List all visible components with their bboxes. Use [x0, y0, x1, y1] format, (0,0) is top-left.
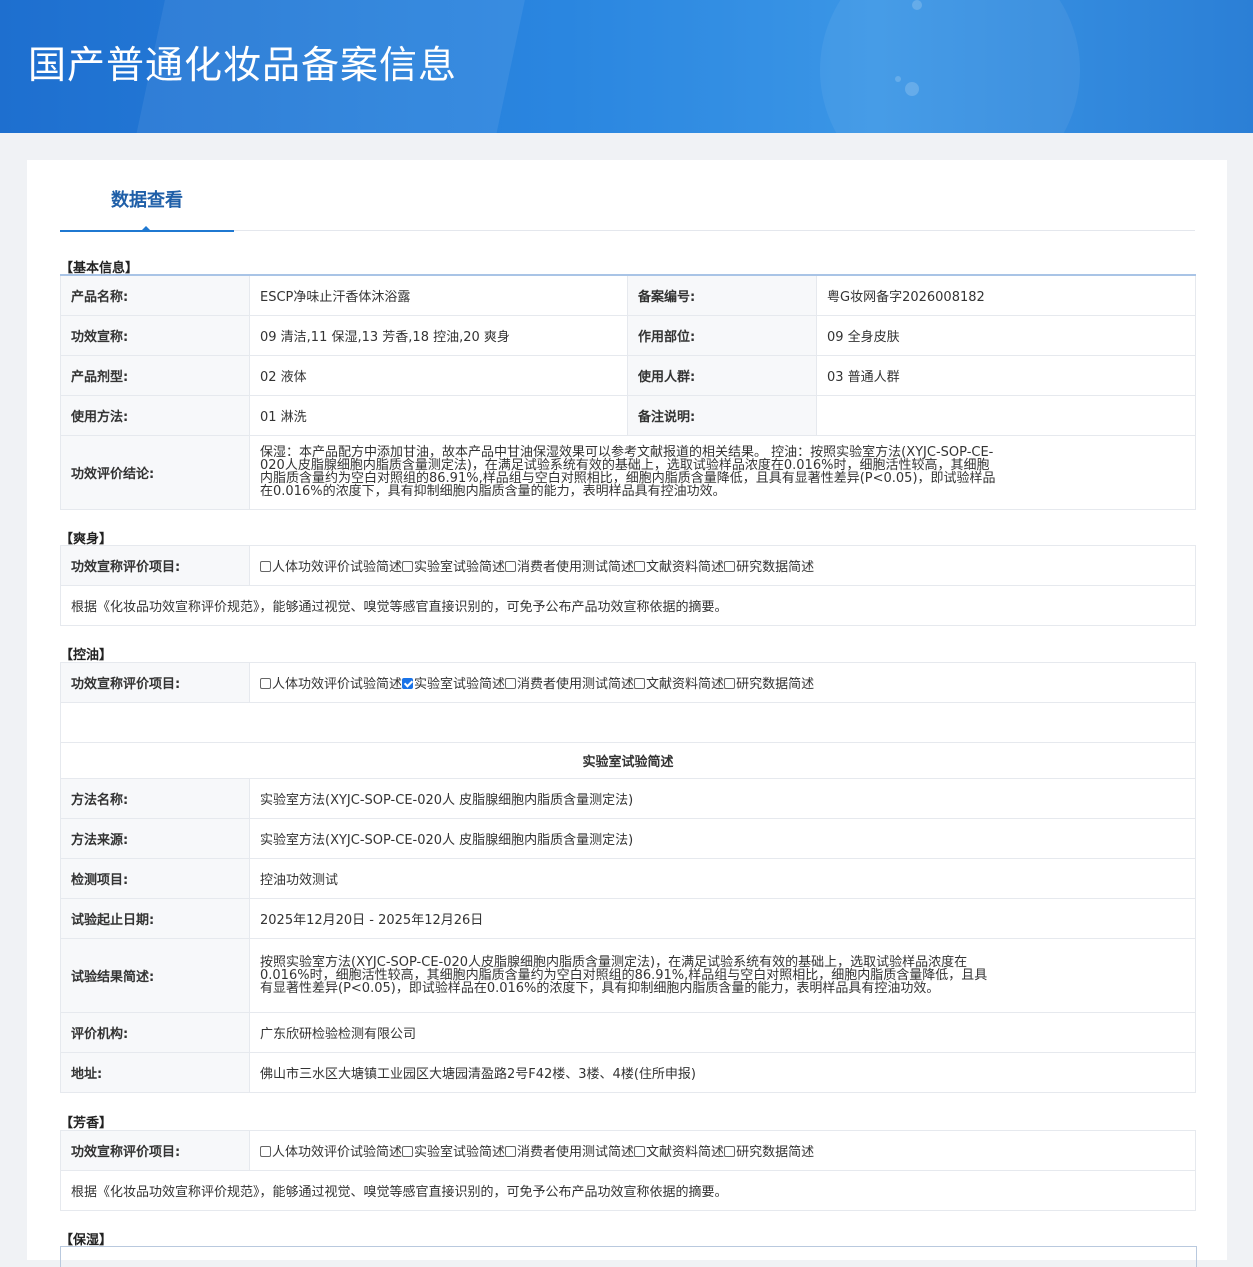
address-label: 地址:: [60, 1052, 250, 1093]
remark-label: 备注说明:: [627, 394, 817, 436]
checkbox-consumer-test[interactable]: [505, 561, 517, 572]
address-value: 佛山市三水区大塘镇工业园区大塘园清盈路2号F42楼、3楼、4楼(住所申报): [249, 1052, 1196, 1093]
basic-info-table: 产品名称: ESCP净味止汗香体沐浴露 备案编号: 粤G妆网备字20260081…: [60, 274, 1196, 510]
method-source-label: 方法来源:: [60, 818, 250, 859]
option-label: 研究数据简述: [736, 560, 815, 575]
tab-bar: 数据查看: [60, 160, 1195, 232]
form-label: 产品剂型:: [60, 354, 250, 396]
test-item-label: 检测项目:: [60, 858, 250, 899]
option-label: 实验室试验简述: [414, 1145, 506, 1160]
conclusion-label: 功效评价结论:: [60, 434, 250, 510]
page-title: 国产普通化妆品备案信息: [28, 43, 458, 87]
option-label: 文献资料简述: [646, 560, 725, 575]
product-name-value: ESCP净味止汗香体沐浴露: [249, 274, 628, 316]
test-date-label: 试验起止日期:: [60, 898, 250, 939]
option-label: 人体功效评价试验简述: [272, 1145, 403, 1160]
checkbox-research-data[interactable]: [724, 561, 736, 572]
eval-items-label: 功效宣称评价项目:: [60, 662, 250, 703]
checkbox-human-test[interactable]: [260, 1146, 271, 1157]
content-card: 数据查看 【基本信息】 产品名称: ESCP净味止汗香体沐浴露 备案编号: 粤G…: [27, 160, 1227, 1267]
option-label: 文献资料简述: [646, 677, 725, 692]
claims-label: 功效宣称:: [60, 314, 250, 356]
option-label: 消费者使用测试简述: [517, 677, 635, 692]
checkbox-lab-test-checked[interactable]: [402, 678, 414, 689]
eval-items-options: 人体功效评价试验简述 实验室试验简述 消费者使用测试简述 文献资料简述 研究数据简述: [249, 545, 1196, 586]
checkbox-research-data[interactable]: [724, 678, 736, 689]
test-item-value: 控油功效测试: [249, 858, 1196, 899]
option-label: 研究数据简述: [736, 677, 815, 692]
claims-value: 09 清洁,11 保湿,13 芳香,18 控油,20 爽身: [249, 314, 628, 356]
fangxiang-table: 功效宣称评价项目: 人体功效评价试验简述 实验室试验简述 消费者使用测试简述 文献资料…: [60, 1130, 1196, 1211]
option-label: 研究数据简述: [736, 1145, 815, 1160]
result-value: 按照实验室方法(XYJC-SOP-CE-020人皮脂腺细胞内脂质含量测定法)，在…: [249, 938, 1196, 1013]
checkbox-literature[interactable]: [634, 561, 646, 572]
remark-value: [816, 394, 1196, 436]
part-label: 作用部位:: [627, 314, 817, 356]
usage-value: 01 淋洗: [249, 394, 628, 436]
kongyou-table: 功效宣称评价项目: 人体功效评价试验简述 实验室试验简述 消费者使用测试简述 文献资料…: [60, 662, 1196, 1093]
eval-items-label: 功效宣称评价项目:: [60, 1130, 250, 1171]
record-no-label: 备案编号:: [627, 274, 817, 316]
form-value: 02 液体: [249, 354, 628, 396]
checkbox-human-test[interactable]: [260, 561, 271, 572]
page-header: 国产普通化妆品备案信息: [0, 0, 1253, 133]
eval-items-options: 人体功效评价试验简述 实验室试验简述 消费者使用测试简述 文献资料简述 研究数据简述: [249, 1130, 1196, 1171]
eval-items-label: 功效宣称评价项目:: [60, 545, 250, 586]
product-name-label: 产品名称:: [60, 274, 250, 316]
section-title-kongyou: 【控油】: [60, 648, 113, 663]
method-source-value: 实验室方法(XYJC-SOP-CE-020人 皮脂腺细胞内脂质含量测定法): [249, 818, 1196, 859]
result-label: 试验结果简述:: [60, 938, 250, 1013]
shuangshen-table: 功效宣称评价项目: 人体功效评价试验简述 实验室试验简述 消费者使用测试简述 文献资料…: [60, 545, 1196, 626]
users-label: 使用人群:: [627, 354, 817, 396]
lab-summary-title: 实验室试验简述: [60, 742, 1196, 779]
org-value: 广东欣研检验检测有限公司: [249, 1012, 1196, 1053]
tab-label: 数据查看: [111, 190, 183, 211]
conclusion-value: 保湿：本产品配方中添加甘油，故本产品中甘油保湿效果可以参考文献报道的相关结果。 …: [249, 434, 1196, 510]
checkbox-literature[interactable]: [634, 1146, 646, 1157]
users-value: 03 普通人群: [816, 354, 1196, 396]
checkbox-consumer-test[interactable]: [505, 1146, 517, 1157]
test-date-value: 2025年12月20日 - 2025年12月26日: [249, 898, 1196, 939]
method-name-label: 方法名称:: [60, 778, 250, 819]
checkbox-lab-test[interactable]: [402, 561, 414, 572]
method-name-value: 实验室方法(XYJC-SOP-CE-020人 皮脂腺细胞内脂质含量测定法): [249, 778, 1196, 819]
section-title-fangxiang: 【芳香】: [60, 1116, 113, 1131]
spacer-row: [60, 702, 1196, 743]
option-label: 消费者使用测试简述: [517, 560, 635, 575]
baoshi-table-top: [60, 1246, 1197, 1267]
checkbox-consumer-test[interactable]: [505, 678, 517, 689]
checkbox-research-data[interactable]: [724, 1146, 736, 1157]
option-label: 文献资料简述: [646, 1145, 725, 1160]
checkbox-literature[interactable]: [634, 678, 646, 689]
option-label: 实验室试验简述: [414, 560, 506, 575]
record-no-value: 粤G妆网备字2026008182: [816, 274, 1196, 316]
option-label: 人体功效评价试验简述: [272, 677, 403, 692]
shuangshen-note: 根据《化妆品功效宣称评价规范》，能够通过视觉、嗅觉等感官直接识别的，可免予公布产…: [60, 585, 1196, 626]
tab-data-view[interactable]: 数据查看: [60, 186, 234, 232]
option-label: 实验室试验简述: [414, 677, 506, 692]
usage-label: 使用方法:: [60, 394, 250, 436]
option-label: 消费者使用测试简述: [517, 1145, 635, 1160]
org-label: 评价机构:: [60, 1012, 250, 1053]
checkbox-lab-test[interactable]: [402, 1146, 414, 1157]
eval-items-options: 人体功效评价试验简述 实验室试验简述 消费者使用测试简述 文献资料简述 研究数据简述: [249, 662, 1196, 703]
part-value: 09 全身皮肤: [816, 314, 1196, 356]
fangxiang-note: 根据《化妆品功效宣称评价规范》，能够通过视觉、嗅觉等感官直接识别的，可免予公布产…: [60, 1170, 1196, 1211]
option-label: 人体功效评价试验简述: [272, 560, 403, 575]
tab-caret-icon: [140, 226, 152, 232]
checkbox-human-test[interactable]: [260, 678, 271, 689]
